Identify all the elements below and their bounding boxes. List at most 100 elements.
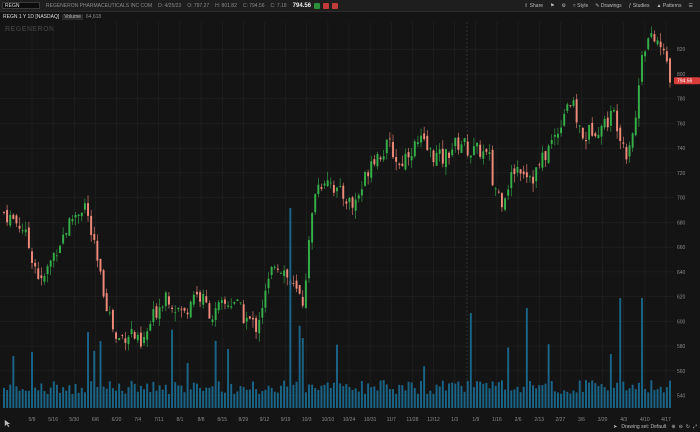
volume-bar [560, 393, 563, 408]
candle-body [227, 305, 230, 307]
x-tick-label: 1/3 [451, 417, 458, 423]
volume-bar [323, 384, 326, 408]
volume-bar [625, 390, 628, 408]
volume-bar [273, 391, 276, 408]
volume-bar [59, 392, 61, 408]
candle-body [634, 117, 637, 136]
candle-body [83, 203, 86, 210]
volume-bar [108, 381, 111, 408]
candle-body [373, 159, 376, 165]
candle-body [364, 172, 366, 186]
candle-body [597, 134, 600, 139]
candle-body [469, 155, 472, 158]
volume-bar [202, 390, 205, 408]
candle-body [398, 163, 401, 165]
candle-body [102, 270, 105, 297]
price-chart[interactable]: 540 560 580 600 620 640 660 680 700 720 740 760 780 8… [0, 0, 700, 432]
candle-body [500, 193, 503, 208]
candle-body [441, 148, 444, 164]
candle-body [504, 198, 507, 210]
x-tick-label: 5/9 [29, 417, 36, 423]
candle-body [560, 127, 563, 133]
candle-body [367, 172, 370, 177]
volume-bar [631, 384, 634, 408]
candle-body [270, 266, 273, 276]
candle-body [180, 308, 183, 310]
candle-body [444, 149, 447, 168]
volume-bar [308, 384, 310, 408]
volume-bar [227, 349, 230, 408]
volume-bar [317, 389, 320, 408]
volume-bar [245, 389, 248, 408]
candle-body [420, 135, 422, 143]
volume-bar [398, 384, 401, 408]
candle-body [519, 169, 522, 174]
volume-bar [248, 389, 251, 408]
candle-body [217, 302, 220, 311]
volume-bar [616, 382, 619, 408]
candle-body [637, 85, 640, 119]
candle-body [186, 312, 189, 315]
volume-bar [532, 385, 535, 408]
volume-bar [83, 392, 86, 408]
candle-body [600, 125, 603, 137]
reset-zoom-icon[interactable]: ↻ [686, 424, 690, 430]
volume-bar [454, 383, 457, 408]
cursor-icon[interactable] [3, 419, 12, 428]
volume-bar [572, 390, 575, 408]
volume-bar [488, 388, 491, 408]
candle-body [276, 268, 279, 270]
x-tick-label: 10/31 [364, 417, 377, 423]
volume-bar [382, 380, 385, 408]
volume-bar [581, 391, 584, 408]
volume-bar [444, 390, 447, 408]
expand-icon[interactable]: ⤢ [693, 424, 697, 430]
volume-bar [665, 387, 668, 408]
candle-body [152, 309, 155, 323]
volume-bar [407, 381, 410, 408]
y-tick-label: 640 [677, 270, 686, 276]
volume-bar [208, 387, 211, 408]
candle-body [18, 225, 21, 229]
candle-body [379, 157, 382, 160]
volume-bar [130, 380, 133, 408]
volume-bar [426, 393, 429, 408]
drawing-set-label[interactable]: Drawing set: Default [621, 424, 666, 430]
candle-body [124, 338, 127, 343]
candle-body [653, 34, 656, 42]
volume-bar [326, 382, 329, 408]
volume-bar [544, 383, 547, 408]
volume-bar [261, 391, 264, 408]
candle-body [255, 318, 258, 332]
volume-bar [656, 389, 659, 408]
candle-body [466, 141, 469, 156]
zoom-out-icon[interactable]: ⊖ [679, 424, 683, 430]
zoom-in-icon[interactable]: ⊕ [671, 424, 675, 430]
candle-body [332, 184, 335, 193]
candle-body [295, 280, 298, 289]
pointer-icon[interactable]: ➤ [613, 424, 617, 430]
candle-body [127, 336, 130, 345]
candle-body [245, 317, 248, 322]
candle-body [578, 125, 581, 127]
candle-body [665, 51, 668, 62]
candle-body [382, 156, 385, 160]
volume-bar [429, 390, 432, 408]
volume-bar [609, 354, 612, 408]
volume-bar [669, 380, 671, 408]
volume-bar [223, 392, 226, 408]
volume-bar [637, 382, 640, 408]
candle-body [65, 233, 68, 235]
volume-bar [659, 386, 662, 408]
candle-body [426, 135, 429, 151]
candle-body [311, 213, 314, 243]
candle-body [336, 187, 338, 192]
candle-body [491, 149, 494, 186]
volume-bar [127, 387, 130, 408]
volume-bar [457, 381, 460, 408]
volume-bar [276, 392, 279, 408]
bottom-status: ➤ Drawing set: Default ⊕ ⊖ ↻ ⤢ [613, 424, 700, 430]
volume-bar [311, 384, 314, 408]
candle-body [616, 110, 619, 132]
candle-body [625, 146, 628, 160]
